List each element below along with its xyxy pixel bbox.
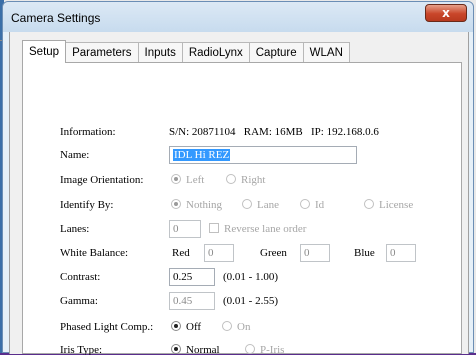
name-input[interactable]: IDL Hi REZ: [169, 146, 357, 164]
blue-label: Blue: [354, 247, 375, 259]
identify-by-row: Identify By: Nothing Lane Id License: [23, 196, 463, 216]
phased-light-label: Phased Light Comp.:: [60, 321, 154, 333]
information-label: Information:: [60, 126, 116, 138]
radio-icon: [171, 321, 181, 331]
image-orientation-label: Image Orientation:: [60, 174, 144, 186]
information-row: Information: S/N: 20871104 RAM: 16MB IP:…: [23, 123, 463, 143]
gamma-row: Gamma: 0.45 (0.01 - 2.55): [23, 292, 463, 312]
orientation-right-label: Right: [241, 174, 266, 186]
contrast-input[interactable]: 0.25: [169, 268, 215, 286]
setup-panel: Information: S/N: 20871104 RAM: 16MB IP:…: [22, 62, 463, 355]
name-row: Name: IDL Hi REZ: [23, 146, 463, 166]
lanes-label: Lanes:: [60, 223, 90, 235]
close-icon: x: [442, 6, 450, 20]
window-title: Camera Settings: [11, 11, 101, 25]
tab-capture[interactable]: Capture: [249, 42, 304, 62]
iris-piris-radio[interactable]: P-Iris: [245, 344, 284, 355]
checkbox-icon: [209, 223, 219, 233]
orientation-left-radio[interactable]: Left: [171, 174, 204, 186]
red-label: Red: [172, 247, 190, 259]
identify-id-radio[interactable]: Id: [300, 199, 324, 211]
identify-license-label: License: [379, 199, 414, 211]
identify-lane-radio[interactable]: Lane: [242, 199, 279, 211]
tab-parameters[interactable]: Parameters: [66, 42, 139, 62]
phased-on-radio[interactable]: On: [222, 321, 250, 333]
white-balance-label: White Balance:: [60, 247, 129, 259]
tab-setup[interactable]: Setup: [22, 40, 67, 63]
orientation-right-radio[interactable]: Right: [226, 174, 265, 186]
tab-wlan[interactable]: WLAN: [303, 42, 350, 62]
identify-nothing-label: Nothing: [186, 199, 223, 211]
contrast-row: Contrast: 0.25 (0.01 - 1.00): [23, 268, 463, 288]
radio-icon: [364, 199, 374, 209]
contrast-range: (0.01 - 1.00): [223, 271, 278, 283]
radio-icon: [171, 199, 181, 209]
reverse-lane-order-checkbox[interactable]: Reverse lane order: [209, 223, 306, 235]
dialog-client-area: Setup Parameters Inputs RadioLynx Captur…: [9, 32, 469, 355]
contrast-label: Contrast:: [60, 271, 101, 283]
gamma-label: Gamma:: [60, 295, 98, 307]
image-orientation-row: Image Orientation: Left Right: [23, 171, 463, 191]
orientation-left-label: Left: [186, 174, 205, 186]
phased-off-label: Off: [186, 321, 202, 333]
radio-icon: [222, 321, 232, 331]
iris-normal-label: Normal: [186, 344, 220, 355]
green-input[interactable]: 0: [300, 244, 330, 262]
gamma-input[interactable]: 0.45: [169, 292, 215, 310]
phased-light-row: Phased Light Comp.: Off On: [23, 318, 463, 338]
white-balance-row: White Balance: Red 0 Green 0 Blue 0: [23, 244, 463, 264]
tab-strip: Setup Parameters Inputs RadioLynx Captur…: [22, 40, 350, 63]
information-value: S/N: 20871104 RAM: 16MB IP: 192.168.0.6: [169, 126, 379, 138]
radio-icon: [300, 199, 310, 209]
identify-lane-label: Lane: [257, 199, 279, 211]
identify-nothing-radio[interactable]: Nothing: [171, 199, 222, 211]
camera-settings-dialog: Camera Settings x Setup Parameters Input…: [2, 1, 474, 355]
radio-icon: [242, 199, 252, 209]
tab-radiolynx[interactable]: RadioLynx: [182, 42, 250, 62]
name-label: Name:: [60, 149, 90, 161]
iris-type-row: Iris Type: Normal P-Iris: [23, 343, 463, 355]
name-value: IDL Hi REZ: [173, 149, 231, 161]
identify-license-radio[interactable]: License: [364, 199, 413, 211]
lanes-input[interactable]: 0: [169, 220, 201, 238]
radio-icon: [226, 174, 236, 184]
identify-by-label: Identify By:: [60, 199, 114, 211]
blue-input[interactable]: 0: [386, 244, 416, 262]
phased-on-label: On: [237, 321, 251, 333]
close-button[interactable]: x: [425, 4, 467, 22]
red-input[interactable]: 0: [204, 244, 234, 262]
lanes-row: Lanes: 0 Reverse lane order: [23, 220, 463, 240]
reverse-lane-order-label: Reverse lane order: [224, 223, 307, 235]
identify-id-label: Id: [315, 199, 325, 211]
iris-normal-radio[interactable]: Normal: [171, 344, 220, 355]
tab-inputs[interactable]: Inputs: [138, 42, 183, 62]
gamma-range: (0.01 - 2.55): [223, 295, 278, 307]
title-bar[interactable]: Camera Settings x: [3, 2, 473, 32]
iris-piris-label: P-Iris: [260, 344, 285, 355]
phased-off-radio[interactable]: Off: [171, 321, 201, 333]
radio-icon: [171, 174, 181, 184]
green-label: Green: [260, 247, 287, 259]
iris-type-label: Iris Type:: [60, 344, 103, 355]
